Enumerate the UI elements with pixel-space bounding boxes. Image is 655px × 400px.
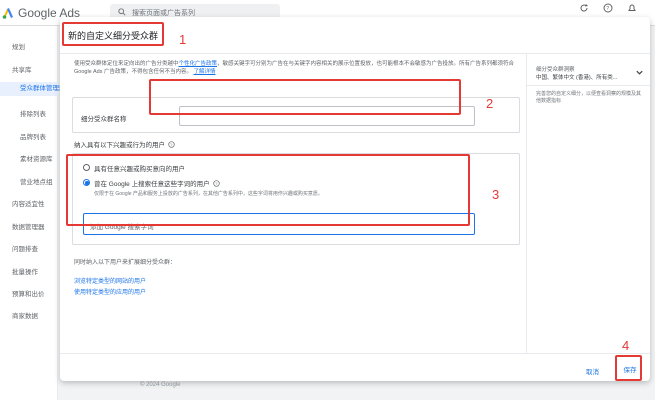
- help-circle-icon: ?: [603, 3, 613, 13]
- google-ads-logo-icon: [2, 8, 13, 19]
- nav-item-shared-library[interactable]: 共享库: [12, 64, 32, 74]
- radio-unchecked[interactable]: [83, 164, 90, 171]
- google-search-terms-input[interactable]: 添加 Google 搜索字词: [83, 213, 475, 235]
- option-search-label: 曾在 Google 上搜索任意这些字词的用户: [94, 181, 210, 188]
- option-interest-radio-row[interactable]: 具有任意兴趣或购买意向的用户: [83, 163, 185, 173]
- nav-item-location-groups[interactable]: 营业地点组: [20, 176, 53, 186]
- chevron-down-icon[interactable]: [635, 68, 644, 77]
- dialog-title: 新的自定义细分受众群: [68, 31, 159, 41]
- segment-name-card: 细分受众群名称: [72, 97, 520, 133]
- nav-item-bulk-actions[interactable]: 批量操作: [12, 266, 38, 276]
- search-icon: [118, 8, 126, 16]
- insights-value: 中国、繁体中文 (香港)、所有类...: [536, 75, 618, 81]
- svg-text:?: ?: [170, 143, 172, 147]
- divider: [60, 353, 650, 354]
- nav-item-content-suitability[interactable]: 内容适宜性: [12, 198, 45, 208]
- help-icon[interactable]: ?: [168, 140, 175, 148]
- segment-name-input[interactable]: [179, 106, 475, 126]
- learn-more-link[interactable]: 了解详情: [194, 69, 216, 75]
- segment-name-label: 细分受众群名称: [81, 116, 127, 123]
- side-navigation: 规划 共享库 受众群体管理器 排除列表 品牌列表 素材资源库 营业地点组 内容适…: [0, 26, 66, 400]
- interest-options-card: 具有任意兴趣或购买意向的用户 曾在 Google 上搜索任意这些字词的用户 ? …: [72, 153, 520, 245]
- nav-item-data-manager[interactable]: 数据管理器: [12, 221, 45, 231]
- annotation-number: 4: [622, 338, 630, 353]
- search-placeholder: 搜索页面或广告系列: [132, 10, 195, 17]
- segment-insights-panel: 细分受众群洞察 中国、繁体中文 (香港)、所有类... 完善您的自定义细分，以便…: [526, 53, 650, 353]
- cancel-button[interactable]: 取消: [586, 366, 599, 376]
- option-search-radio-row[interactable]: 曾在 Google 上搜索任意这些字词的用户 ? 仅限于在 Google 产品和…: [83, 178, 323, 197]
- annotation-number: 2: [486, 96, 494, 111]
- expand-segment-text: 同时纳入以下用户来扩展细分受众群：: [74, 260, 177, 266]
- annotation-number: 3: [492, 187, 500, 202]
- nav-item-business-data[interactable]: 商家数据: [12, 310, 38, 320]
- refresh-icon: [580, 4, 588, 12]
- svg-text:?: ?: [215, 182, 217, 186]
- custom-segment-dialog: 新的自定义细分受众群 使用受众群体定位来定向出的广告分类越中个性化广告政策，敏感…: [60, 17, 650, 381]
- help-icon[interactable]: ?: [212, 179, 220, 187]
- option-interest-label: 具有任意兴趣或购买意向的用户: [94, 166, 185, 173]
- divider: [527, 85, 650, 86]
- personalized-ads-policy-link[interactable]: 个性化广告政策: [179, 61, 218, 67]
- nav-item-brand-lists[interactable]: 品牌列表: [20, 131, 46, 141]
- nav-item-audience-manager[interactable]: 受众群体管理器: [0, 82, 66, 96]
- page-footer: © 2024 Google: [140, 382, 181, 388]
- radio-checked[interactable]: [83, 179, 90, 186]
- interest-section-title: 纳入具有以下兴趣或行为的用户 ?: [74, 139, 175, 149]
- nav-item-asset-library[interactable]: 素材资源库: [20, 153, 53, 163]
- option-search-description: 仅限于在 Google 产品和服务上投放的广告系列，在其他广告系列中，这些字词将…: [94, 191, 323, 197]
- svg-text:?: ?: [606, 6, 609, 12]
- website-users-link[interactable]: 浏览特定类型的网站的用户: [74, 276, 146, 285]
- nav-item-exclusion-lists[interactable]: 排除列表: [20, 108, 46, 118]
- nav-item-budgets-bidding[interactable]: 预算和出价: [12, 288, 45, 298]
- insights-title: 细分受众群洞察: [536, 67, 575, 73]
- intro-text: 使用受众群体定位来定向出的广告分类越中个性化广告政策，敏感关键字可分别为广告在与…: [74, 61, 515, 75]
- save-button[interactable]: 保存: [620, 361, 640, 377]
- nav-item-troubleshooting[interactable]: 问题排查: [12, 243, 38, 253]
- app-users-link[interactable]: 使用特定类型的应用的用户: [74, 287, 146, 296]
- nav-item-planning[interactable]: 规划: [12, 41, 25, 51]
- bell-icon: [628, 4, 636, 11]
- insights-description: 完善您的自定义细分，以便查看洞察的规模及其他数据指标: [536, 91, 642, 104]
- annotation-number: 1: [179, 32, 187, 47]
